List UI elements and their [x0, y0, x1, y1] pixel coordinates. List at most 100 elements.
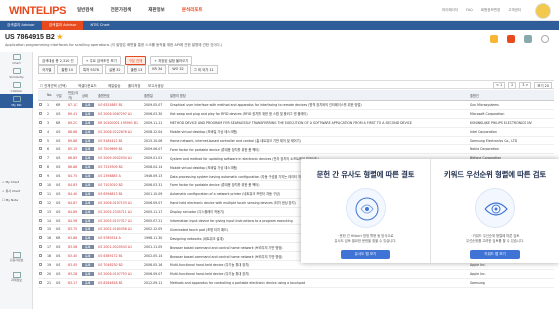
table-row[interactable]: 21 US 83.17 등록 US 8264618 B1 2012.09.11 Method…	[38, 278, 554, 288]
row-patent-number[interactable]: US 9789314 A	[97, 233, 143, 244]
checkbox[interactable]	[39, 280, 42, 284]
checkbox[interactable]	[39, 262, 42, 266]
row-title[interactable]: Home network, internet-based controller …	[169, 136, 469, 146]
summary-chip[interactable]: 구분 전체	[124, 56, 147, 65]
table-row[interactable]: 5 US 89.88 등록 US 9184412 B1 2015.10.06 Home ne…	[38, 136, 554, 146]
tab[interactable]: 검색결과 Advisor	[0, 21, 42, 30]
checkbox[interactable]	[39, 182, 42, 186]
user-avatar[interactable]	[535, 3, 551, 19]
checkbox[interactable]	[39, 174, 42, 178]
column-header[interactable]: 상태	[81, 90, 97, 101]
utility-link[interactable]: 회원정보변경	[481, 8, 500, 13]
row-patent-number[interactable]: US 8264618 B1	[97, 278, 143, 288]
row-patent-number[interactable]: US 7103010 B2	[97, 180, 143, 190]
row-checkbox[interactable]	[38, 278, 46, 288]
row-checkbox[interactable]	[38, 109, 46, 119]
row-patent-number[interactable]: US 2008-0222876 A1	[97, 127, 143, 137]
checkbox[interactable]	[39, 129, 42, 133]
utility-link[interactable]: 마이페이지	[442, 8, 458, 13]
folder-save[interactable]: 폴더저장	[128, 83, 140, 88]
sidebar-bottom-1[interactable]: 출원자정보	[0, 252, 33, 262]
row-checkbox[interactable]	[38, 216, 46, 226]
row-patent-number[interactable]: US 2006-0197753 A1	[97, 269, 143, 279]
row-patent-number[interactable]: US 2398883 A	[97, 171, 143, 182]
utility-link[interactable]: 고객센터	[508, 8, 521, 13]
row-checkbox[interactable]	[38, 189, 46, 199]
summary-chip[interactable]: 검색대상 총 2,310 건	[38, 56, 78, 65]
row-title[interactable]: Hot swap and plug and play for RFID devi…	[169, 109, 469, 119]
filter-chip[interactable]: 국가별	[38, 65, 56, 74]
row-patent-number[interactable]: US 2006-0067297 A1	[97, 109, 143, 119]
row-checkbox[interactable]	[38, 260, 46, 270]
row-checkbox[interactable]	[38, 136, 46, 146]
row-checkbox[interactable]	[38, 100, 46, 110]
select-all[interactable]: ☐ 전체선택 (선택)	[40, 83, 67, 88]
pager-item[interactable]: 3 >	[519, 82, 532, 89]
row-checkbox[interactable]	[38, 198, 46, 208]
logo[interactable]: WINTELIPS	[9, 5, 67, 17]
nav-item[interactable]: 분석리포트	[182, 7, 203, 13]
table-row[interactable]: 2 US 89.41 등록 US 2006-0067297 A1 2006.03.30 Ho…	[38, 109, 554, 119]
tab[interactable]: NTIS Chart	[83, 21, 116, 30]
share-icon[interactable]	[490, 35, 498, 43]
row-patent-number[interactable]: US 2005-2345711 A1	[97, 207, 143, 217]
sidebar-list-item[interactable]: ✓ 유사 Chart	[2, 189, 20, 193]
sidebar-item[interactable]: Citation	[0, 80, 33, 94]
star-icon[interactable]: ★	[57, 34, 63, 41]
checkbox[interactable]	[39, 147, 42, 151]
sidebar-list-item[interactable]: ☐ My Note	[2, 198, 20, 202]
row-patent-number[interactable]: US 7319309 B2	[97, 162, 143, 173]
nav-item[interactable]: 재판정보	[148, 7, 165, 13]
help-icon[interactable]	[541, 35, 549, 43]
summary-chip[interactable]: + 주요 검색조건 보기	[81, 56, 121, 65]
row-title[interactable]: Form factor for portable device (휴대용 장치를…	[169, 144, 469, 155]
table-row[interactable]: 6 US 85.15 등록 US 7509699 B1 2009.06.07 Form fa…	[38, 144, 554, 155]
row-checkbox[interactable]	[38, 269, 46, 279]
row-patent-number[interactable]: US 7509699 B1	[97, 144, 143, 155]
row-checkbox[interactable]	[38, 251, 46, 262]
pager-item[interactable]: 보기 20	[534, 82, 552, 89]
pager-item[interactable]: 2	[508, 82, 517, 89]
column-header[interactable]: 번호(국가)	[67, 90, 81, 101]
checkbox[interactable]	[39, 227, 42, 231]
column-header[interactable]: No.	[46, 90, 55, 101]
sidebar-item[interactable]: Chart	[0, 52, 33, 66]
checkbox[interactable]	[39, 209, 42, 213]
row-checkbox[interactable]	[38, 144, 46, 155]
filter-chip[interactable]: WO 32	[168, 65, 188, 74]
column-header[interactable]: 발명의 명칭	[169, 90, 469, 101]
similarity-map-button[interactable]: 유사도 맵 보기	[340, 250, 391, 259]
checkbox[interactable]	[39, 120, 42, 124]
row-checkbox[interactable]	[38, 162, 46, 173]
checkbox[interactable]	[39, 165, 42, 169]
checkbox[interactable]	[39, 102, 42, 106]
row-patent-number[interactable]: US 6396813 B1	[97, 189, 143, 199]
row-checkbox[interactable]	[38, 242, 46, 253]
report-create[interactable]: 보고서생성	[148, 83, 164, 88]
row-patent-number[interactable]: US 2009-0002034 A1	[97, 153, 143, 164]
row-title[interactable]: Methods and apparatus for controlling a …	[169, 278, 469, 288]
filter-chip[interactable]: 그 외 국가 11	[189, 65, 218, 74]
nav-item[interactable]: 전문가검색	[111, 7, 132, 13]
row-checkbox[interactable]	[38, 233, 46, 244]
column-header[interactable]: 출원인	[469, 90, 554, 101]
filter-chip[interactable]: KR 34	[148, 65, 167, 74]
row-patent-number[interactable]: KR 20100001-195991 B1	[97, 118, 143, 128]
checkbox[interactable]	[39, 271, 42, 275]
row-patent-number[interactable]: US 2006-0197153 A1	[97, 198, 143, 208]
sidebar-item[interactable]: Similarity	[0, 66, 33, 80]
checkbox[interactable]	[39, 236, 42, 240]
nav-item[interactable]: 일반검색	[77, 7, 94, 13]
row-patent-number[interactable]: US 2005-0157317 A1	[97, 216, 143, 226]
row-title[interactable]: Graphical user interface with method and…	[169, 100, 469, 110]
filter-chip[interactable]: 실용 32	[104, 65, 125, 74]
checkbox[interactable]	[39, 138, 42, 142]
column-header[interactable]: 출원일	[143, 90, 169, 101]
row-checkbox[interactable]	[38, 180, 46, 190]
checkbox[interactable]	[39, 245, 42, 249]
checkbox[interactable]	[39, 156, 42, 160]
row-checkbox[interactable]	[38, 224, 46, 235]
tab[interactable]: 검색결과 Advisor	[41, 21, 84, 30]
row-checkbox[interactable]	[38, 207, 46, 217]
excel-download[interactable]: 엑셀다운로드	[78, 83, 97, 88]
